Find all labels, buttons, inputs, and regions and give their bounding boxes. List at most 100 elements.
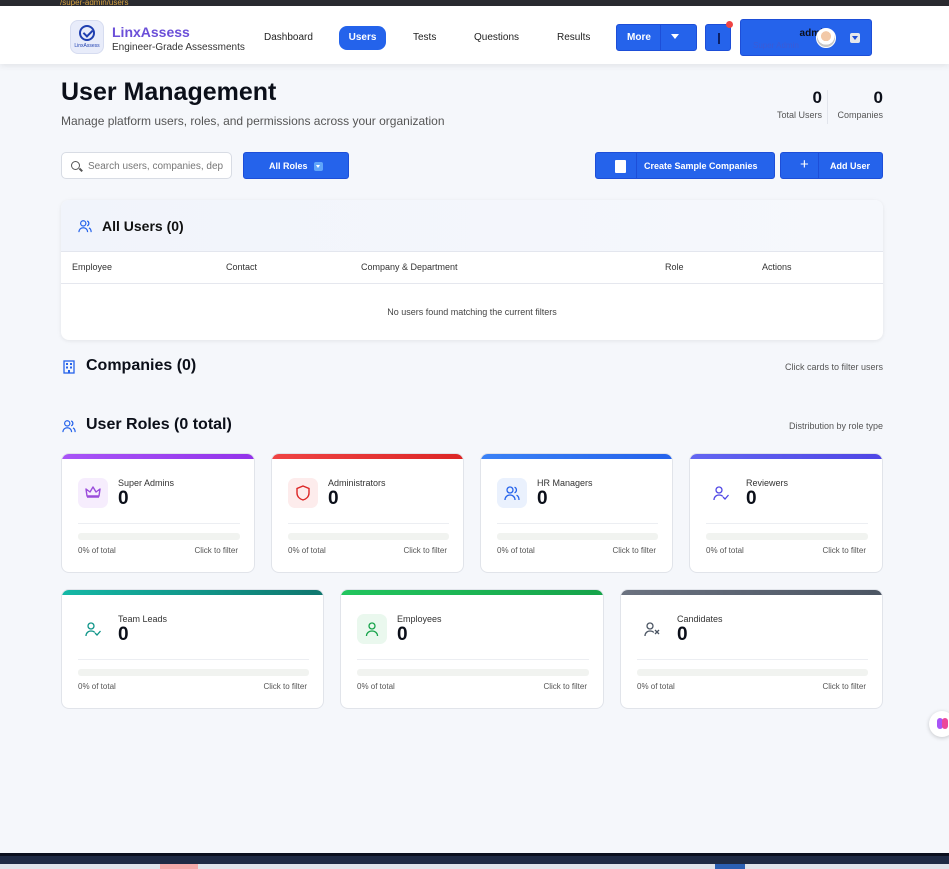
stat-total-users: 0 Total Users xyxy=(777,88,822,120)
more-label: More xyxy=(627,32,651,43)
stat-value: 0 xyxy=(812,88,822,107)
nav-questions[interactable]: Questions xyxy=(474,26,519,50)
button-divider xyxy=(636,153,637,178)
role-count: 0 xyxy=(537,488,548,509)
users-table-card: All Users (0) Employee Contact Company &… xyxy=(61,200,883,340)
role-count: 0 xyxy=(746,488,757,509)
role-filter-link[interactable]: Click to filter xyxy=(822,682,866,691)
role-progress-bar xyxy=(288,533,449,540)
role-icon-box xyxy=(497,478,527,508)
role-filter-link[interactable]: Click to filter xyxy=(403,546,447,555)
chevron-down-icon[interactable] xyxy=(671,34,679,39)
role-card-reviewers[interactable]: Reviewers 0 0% of total Click to filter xyxy=(689,453,883,573)
stat-label: Companies xyxy=(837,110,883,120)
role-card-team-leads[interactable]: Team Leads 0 0% of total Click to filter xyxy=(61,589,324,709)
user-menu-button[interactable]: admin Super Admin xyxy=(740,19,872,56)
stat-label: Total Users xyxy=(776,110,822,120)
taskbar-app[interactable] xyxy=(160,864,198,869)
button-divider xyxy=(818,153,819,178)
role-filter-link[interactable]: Click to filter xyxy=(612,546,656,555)
search-input[interactable] xyxy=(88,158,228,174)
os-taskbar xyxy=(0,853,949,869)
role-card-divider xyxy=(78,659,309,660)
role-progress-bar xyxy=(497,533,658,540)
role-card-stripe xyxy=(621,590,882,595)
role-progress-bar xyxy=(78,533,240,540)
brand-tagline: Engineer-Grade Assessments xyxy=(112,42,245,53)
brand-name[interactable]: LinxAssess xyxy=(112,24,190,40)
top-navbar: LinxAssess LinxAssess Engineer-Grade Ass… xyxy=(0,6,949,64)
role-card-hr-managers[interactable]: HR Managers 0 0% of total Click to filte… xyxy=(480,453,673,573)
user-roles-hint: Distribution by role type xyxy=(788,421,883,431)
role-icon-box xyxy=(288,478,318,508)
search-box[interactable] xyxy=(61,152,232,179)
user-role: Super Admin xyxy=(753,41,799,50)
role-card-divider xyxy=(637,659,868,660)
stat-divider xyxy=(827,90,828,124)
nav-dashboard[interactable]: Dashboard xyxy=(264,26,313,50)
add-user-button[interactable]: + Add User xyxy=(780,152,883,179)
role-name: Team Leads xyxy=(118,614,168,624)
role-card-divider xyxy=(288,523,449,524)
user-check-icon xyxy=(713,486,729,501)
role-percentage: 0% of total xyxy=(288,546,326,555)
add-user-label: Add User xyxy=(830,161,871,171)
role-filter-link[interactable]: Click to filter xyxy=(543,682,587,691)
brand-logo[interactable]: LinxAssess xyxy=(70,20,104,54)
column-header-employee[interactable]: Employee xyxy=(72,262,112,272)
role-card-super-admins[interactable]: Super Admins 0 0% of total Click to filt… xyxy=(61,453,255,573)
roles-filter-dropdown[interactable]: All Roles xyxy=(243,152,349,179)
role-percentage: 0% of total xyxy=(78,682,116,691)
taskbar-strip xyxy=(0,864,949,869)
role-filter-link[interactable]: Click to filter xyxy=(194,546,238,555)
search-icon xyxy=(71,161,80,170)
role-percentage: 0% of total xyxy=(637,682,675,691)
role-icon-box xyxy=(78,478,108,508)
role-card-stripe xyxy=(690,454,882,459)
role-card-divider xyxy=(357,659,589,660)
user-roles-title: User Roles (0 total) xyxy=(86,416,232,433)
chevron-down-icon xyxy=(314,162,323,171)
assistant-floating-button[interactable] xyxy=(929,711,949,737)
stat-companies: 0 Companies xyxy=(837,88,883,120)
companies-hint: Click cards to filter users xyxy=(784,362,883,372)
column-header-contact[interactable]: Contact xyxy=(226,262,257,272)
column-header-company[interactable]: Company & Department xyxy=(361,262,458,272)
role-progress-bar xyxy=(706,533,868,540)
shield-icon xyxy=(296,485,310,501)
role-percentage: 0% of total xyxy=(357,682,395,691)
companies-title: Companies (0) xyxy=(86,357,197,374)
users-icon xyxy=(62,420,76,433)
role-name: Candidates xyxy=(677,614,723,624)
role-card-employees[interactable]: Employees 0 0% of total Click to filter xyxy=(340,589,604,709)
empty-state-message: No users found matching the current filt… xyxy=(387,307,557,317)
notification-dot xyxy=(726,21,733,28)
building-icon xyxy=(63,360,75,374)
role-card-divider xyxy=(78,523,240,524)
table-divider xyxy=(61,283,883,284)
role-icon-box xyxy=(637,614,667,644)
role-card-administrators[interactable]: Administrators 0 0% of total Click to fi… xyxy=(271,453,464,573)
role-icon-box xyxy=(706,478,736,508)
notifications-button[interactable] xyxy=(705,21,733,51)
create-sample-companies-button[interactable]: Create Sample Companies xyxy=(595,152,775,179)
nav-users[interactable]: Users xyxy=(339,26,386,50)
role-name: HR Managers xyxy=(537,478,593,488)
role-card-stripe xyxy=(481,454,672,459)
role-card-stripe xyxy=(62,590,323,595)
role-card-candidates[interactable]: Candidates 0 0% of total Click to filter xyxy=(620,589,883,709)
role-filter-link[interactable]: Click to filter xyxy=(822,546,866,555)
role-filter-link[interactable]: Click to filter xyxy=(263,682,307,691)
role-percentage: 0% of total xyxy=(497,546,535,555)
nav-results[interactable]: Results xyxy=(557,26,590,50)
page-subtitle: Manage platform users, roles, and permis… xyxy=(61,114,445,128)
role-progress-bar xyxy=(78,669,309,676)
taskbar-app[interactable] xyxy=(715,864,745,869)
more-divider xyxy=(660,25,661,50)
column-header-role[interactable]: Role xyxy=(665,262,684,272)
role-count: 0 xyxy=(397,624,408,645)
more-menu-button[interactable]: More xyxy=(616,24,697,51)
role-name: Administrators xyxy=(328,478,386,488)
chevron-down-icon xyxy=(850,33,860,43)
nav-tests[interactable]: Tests xyxy=(413,26,436,50)
